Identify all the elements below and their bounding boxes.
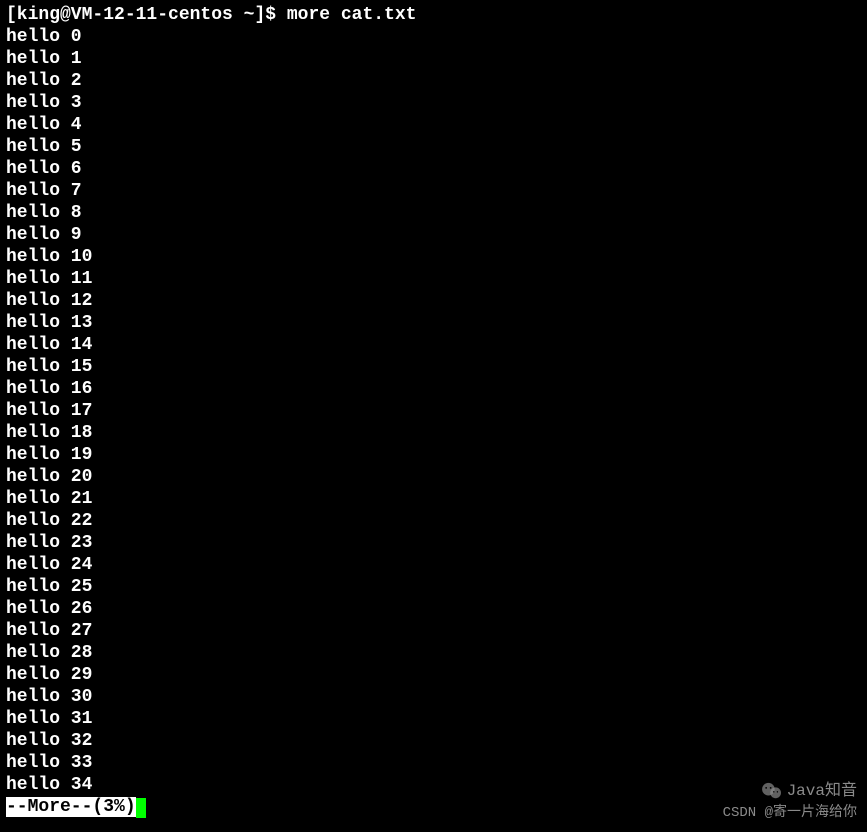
- output-line: hello 6: [6, 158, 861, 180]
- output-line: hello 33: [6, 752, 861, 774]
- watermark-csdn: CSDN @寄一片海给你: [723, 802, 857, 824]
- output-line: hello 10: [6, 246, 861, 268]
- output-line: hello 27: [6, 620, 861, 642]
- output-line: hello 34: [6, 774, 861, 796]
- output-line: hello 30: [6, 686, 861, 708]
- output-line: hello 31: [6, 708, 861, 730]
- more-pager[interactable]: --More--(3%): [6, 797, 146, 817]
- cursor: [136, 798, 146, 818]
- output-line: hello 2: [6, 70, 861, 92]
- output-line: hello 11: [6, 268, 861, 290]
- output-line: hello 0: [6, 26, 861, 48]
- output-line: hello 8: [6, 202, 861, 224]
- shell-prompt: [king@VM-12-11-centos ~]$ more cat.txt: [6, 4, 861, 26]
- output-line: hello 23: [6, 532, 861, 554]
- output-line: hello 7: [6, 180, 861, 202]
- output-line: hello 5: [6, 136, 861, 158]
- file-content: hello 0 hello 1 hello 2 hello 3 hello 4 …: [6, 26, 861, 796]
- output-line: hello 32: [6, 730, 861, 752]
- output-line: hello 1: [6, 48, 861, 70]
- watermark-text: Java知音: [787, 780, 857, 802]
- output-line: hello 15: [6, 356, 861, 378]
- output-line: hello 12: [6, 290, 861, 312]
- wechat-icon: [761, 782, 783, 800]
- output-line: hello 9: [6, 224, 861, 246]
- output-line: hello 17: [6, 400, 861, 422]
- output-line: hello 28: [6, 642, 861, 664]
- output-line: hello 18: [6, 422, 861, 444]
- watermark-java: Java知音: [761, 780, 857, 802]
- output-line: hello 3: [6, 92, 861, 114]
- output-line: hello 16: [6, 378, 861, 400]
- output-line: hello 21: [6, 488, 861, 510]
- output-line: hello 29: [6, 664, 861, 686]
- output-line: hello 13: [6, 312, 861, 334]
- terminal-output[interactable]: [king@VM-12-11-centos ~]$ more cat.txt h…: [0, 0, 867, 822]
- output-line: hello 14: [6, 334, 861, 356]
- output-line: hello 19: [6, 444, 861, 466]
- output-line: hello 4: [6, 114, 861, 136]
- output-line: hello 22: [6, 510, 861, 532]
- output-line: hello 26: [6, 598, 861, 620]
- output-line: hello 20: [6, 466, 861, 488]
- output-line: hello 25: [6, 576, 861, 598]
- more-status: --More--(3%): [6, 797, 136, 817]
- output-line: hello 24: [6, 554, 861, 576]
